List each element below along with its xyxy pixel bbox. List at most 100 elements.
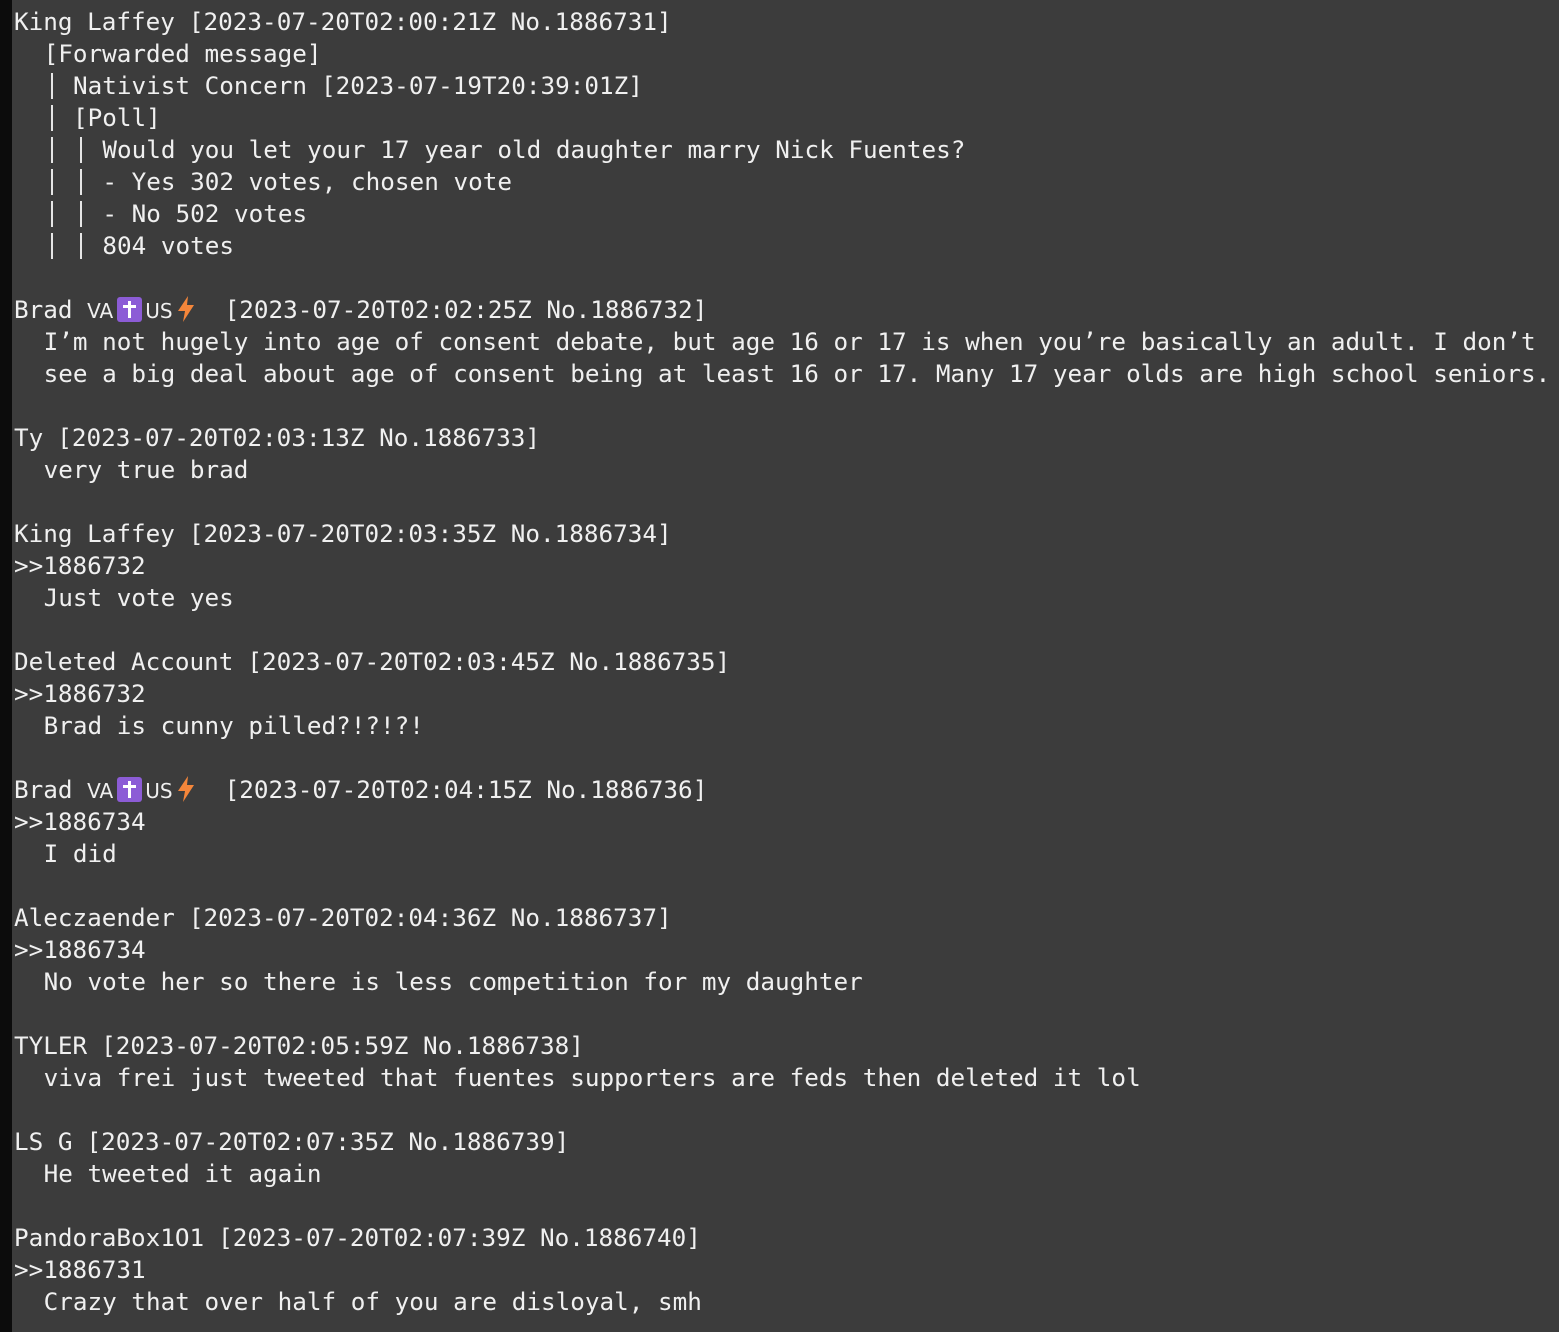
author-name: Brad — [14, 295, 73, 324]
reply-reference[interactable]: >>1886731 — [14, 1254, 1559, 1286]
poll-total: 804 votes — [102, 231, 235, 260]
quote-bar — [44, 134, 73, 166]
quote-bar — [73, 134, 102, 166]
message-body-line: Just vote yes — [14, 582, 1559, 614]
message-meta: [2023-07-20T02:07:39Z No.1886740] — [218, 1223, 701, 1252]
forwarded-header: Nativist Concern [2023-07-19T20:39:01Z] — [14, 70, 1559, 102]
reply-reference[interactable]: >>1886734 — [14, 934, 1559, 966]
message-header: Deleted Account [2023-07-20T02:03:45Z No.… — [14, 646, 1559, 678]
author-name: King Laffey — [14, 7, 175, 36]
message-meta: [2023-07-20T02:03:13Z No.1886733] — [57, 423, 540, 452]
quote-bar — [44, 230, 73, 262]
author-name: LS G — [14, 1127, 73, 1156]
message-body-line: Brad is cunny pilled?!?!?! — [14, 710, 1559, 742]
message-header: PandoraBox1O1 [2023-07-20T02:07:39Z No.18… — [14, 1222, 1559, 1254]
poll-label: [Poll] — [72, 103, 161, 132]
author-name: King Laffey — [14, 519, 175, 548]
poll-option-label: - No 502 votes — [102, 199, 308, 228]
message-header: King Laffey [2023-07-20T02:00:21Z No.1886… — [14, 6, 1559, 38]
message-text: No vote her so there is less competition… — [43, 967, 863, 996]
message-header: TYLER [2023-07-20T02:05:59Z No.1886738] — [14, 1030, 1559, 1062]
message-body-line: I’m not hugely into age of consent debat… — [14, 326, 1559, 358]
author-name: Ty — [14, 423, 44, 452]
message-meta: [2023-07-20T02:04:36Z No.1886737] — [188, 903, 672, 932]
author-flag-right: US — [145, 299, 173, 323]
message-text: I did — [43, 839, 117, 868]
lightning-bolt-icon — [177, 776, 194, 802]
message-meta: [2023-07-20T02:02:25Z No.1886732] — [224, 295, 708, 324]
message-header: LS G [2023-07-20T02:07:35Z No.1886739] — [14, 1126, 1559, 1158]
message-1886731: King Laffey [2023-07-20T02:00:21Z No.1886… — [14, 6, 1559, 262]
message-body-line: Crazy that over half of you are disloyal… — [14, 1286, 1559, 1318]
message-header: Brad VA US [2023-07-20T02:04:15Z No.188673… — [14, 774, 1559, 806]
message-1886732: Brad VA US [2023-07-20T02:02:25Z No.188673… — [14, 294, 1559, 390]
reply-reference[interactable]: >>1886732 — [14, 550, 1559, 582]
message-body-line: No vote her so there is less competition… — [14, 966, 1559, 998]
message-text: very true brad — [43, 455, 249, 484]
quote-bar — [44, 70, 73, 102]
poll-label-line: [Poll] — [14, 102, 1559, 134]
quote-bar — [44, 198, 73, 230]
message-1886737: Aleczaender [2023-07-20T02:04:36Z No.1886… — [14, 902, 1559, 998]
author-name: PandoraBox1O1 — [14, 1223, 205, 1252]
author-name: Deleted Account — [14, 647, 234, 676]
message-header: Ty [2023-07-20T02:03:13Z No.1886733] — [14, 422, 1559, 454]
message-body-line: I did — [14, 838, 1559, 870]
message-meta: [2023-07-20T02:03:35Z No.1886734] — [188, 519, 672, 548]
forwarded-label: [Forwarded message] — [43, 39, 322, 68]
forwarded-author: Nativist Concern — [72, 71, 308, 100]
author-flag-right: US — [145, 779, 173, 803]
forwarded-label-line: [Forwarded message] — [14, 38, 1559, 70]
author-name: Brad — [14, 775, 73, 804]
message-meta: [2023-07-20T02:07:35Z No.1886739] — [86, 1127, 570, 1156]
poll-total-line: 804 votes — [14, 230, 1559, 262]
latin-cross-icon — [117, 777, 143, 802]
poll-option-label: - Yes 302 votes, chosen vote — [102, 167, 512, 196]
message-header: Brad VA US [2023-07-20T02:02:25Z No.188673… — [14, 294, 1559, 326]
lightning-bolt-icon — [177, 296, 194, 322]
message-text: Just vote yes — [43, 583, 234, 612]
reply-reference[interactable]: >>1886734 — [14, 806, 1559, 838]
author-name: TYLER — [14, 1031, 88, 1060]
forwarded-meta: [2023-07-19T20:39:01Z] — [321, 71, 643, 100]
message-text: Brad is cunny pilled?!?!?! — [43, 711, 424, 740]
quote-bar — [44, 102, 73, 134]
message-1886735: Deleted Account [2023-07-20T02:03:45Z No.… — [14, 646, 1559, 742]
author-flag-left: VA — [87, 299, 114, 323]
message-header: Aleczaender [2023-07-20T02:04:36Z No.1886… — [14, 902, 1559, 934]
message-text: see a big deal about age of consent bein… — [43, 359, 1551, 388]
message-text: He tweeted it again — [43, 1159, 322, 1188]
message-meta: [2023-07-20T02:03:45Z No.1886735] — [247, 647, 731, 676]
quote-bar — [44, 166, 73, 198]
quote-bar — [73, 166, 102, 198]
message-1886739: LS G [2023-07-20T02:07:35Z No.1886739] He… — [14, 1126, 1559, 1190]
poll-question-line: Would you let your 17 year old daughter … — [14, 134, 1559, 166]
quote-bar — [73, 198, 102, 230]
window-left-edge — [0, 0, 12, 1332]
message-text: Crazy that over half of you are disloyal… — [43, 1287, 702, 1316]
latin-cross-icon — [117, 297, 143, 322]
message-body-line: see a big deal about age of consent bein… — [14, 358, 1559, 390]
message-meta: [2023-07-20T02:05:59Z No.1886738] — [101, 1031, 584, 1060]
author-flag-left: VA — [87, 779, 114, 803]
poll-question: Would you let your 17 year old daughter … — [102, 135, 966, 164]
author-name: Aleczaender — [14, 903, 175, 932]
message-1886736: Brad VA US [2023-07-20T02:04:15Z No.188673… — [14, 774, 1559, 870]
poll-option-yes: - Yes 302 votes, chosen vote — [14, 166, 1559, 198]
message-meta: [2023-07-20T02:00:21Z No.1886731] — [188, 7, 672, 36]
reply-reference[interactable]: >>1886732 — [14, 678, 1559, 710]
message-body-line: viva frei just tweeted that fuentes supp… — [14, 1062, 1559, 1094]
poll-option-no: - No 502 votes — [14, 198, 1559, 230]
message-header: King Laffey [2023-07-20T02:03:35Z No.1886… — [14, 518, 1559, 550]
message-1886733: Ty [2023-07-20T02:03:13Z No.1886733] very… — [14, 422, 1559, 486]
quote-bar — [73, 230, 102, 262]
message-text: I’m not hugely into age of consent debat… — [43, 327, 1536, 356]
message-1886740: PandoraBox1O1 [2023-07-20T02:07:39Z No.18… — [14, 1222, 1559, 1318]
message-1886734: King Laffey [2023-07-20T02:03:35Z No.1886… — [14, 518, 1559, 614]
chat-log[interactable]: King Laffey [2023-07-20T02:00:21Z No.1886… — [14, 6, 1559, 1318]
message-meta: [2023-07-20T02:04:15Z No.1886736] — [224, 775, 708, 804]
message-body-line: very true brad — [14, 454, 1559, 486]
message-1886738: TYLER [2023-07-20T02:05:59Z No.1886738] v… — [14, 1030, 1559, 1094]
message-body-line: He tweeted it again — [14, 1158, 1559, 1190]
message-text: viva frei just tweeted that fuentes supp… — [43, 1063, 1141, 1092]
